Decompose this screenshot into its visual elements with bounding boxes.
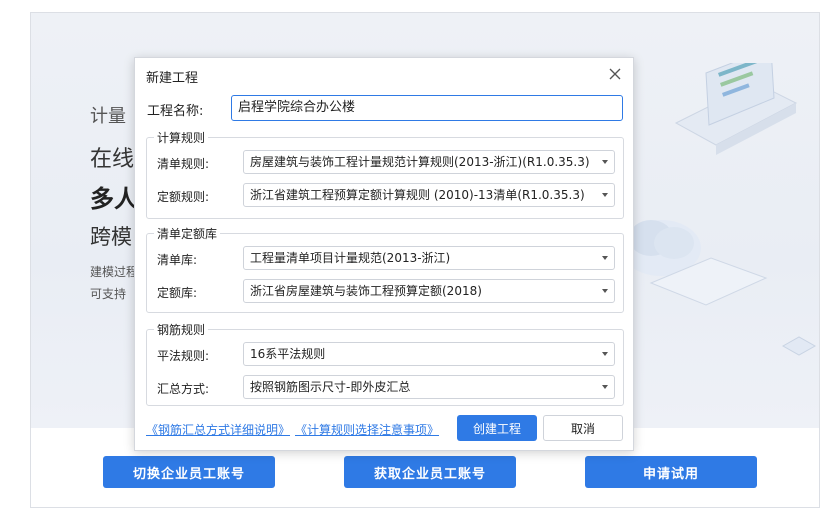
summary-method-value: 按照钢筋图示尺寸-即外皮汇总 [250, 380, 411, 394]
quota-rule-label: 定额规则: [157, 190, 210, 204]
chevron-down-icon [602, 289, 608, 293]
bg-headline-4: 跨模 [90, 225, 132, 249]
calc-rules-group: 计算规则 清单规则: 房屋建筑与装饰工程计量规范计算规则(2013-浙江)(R1… [146, 129, 624, 219]
quota-lib-value: 浙江省房屋建筑与装饰工程预算定额(2018) [250, 284, 482, 298]
get-account-button[interactable]: 获取企业员工账号 [344, 456, 516, 488]
bill-lib-select[interactable]: 工程量清单项目计量规范(2013-浙江) [243, 246, 615, 270]
chevron-down-icon [602, 352, 608, 356]
flat-rule-value: 16系平法规则 [250, 347, 326, 361]
dialog-title: 新建工程 [146, 71, 199, 86]
close-icon[interactable] [607, 66, 623, 82]
cancel-button[interactable]: 取消 [543, 415, 623, 441]
create-project-button[interactable]: 创建工程 [457, 415, 537, 441]
chip-illustration-icon [781, 336, 817, 356]
flat-rule-select[interactable]: 16系平法规则 [243, 342, 615, 366]
summary-method-label: 汇总方式: [157, 382, 210, 396]
quota-rule-value: 浙江省建筑工程预算定额计算规则 (2010)-13清单(R1.0.35.3) [250, 188, 585, 202]
quota-lib-label: 定额库: [157, 286, 198, 300]
new-project-dialog: 新建工程 工程名称: 启程学院综合办公楼 计算规则 清单规则: 房屋建筑与装饰工… [134, 57, 634, 451]
bill-quota-lib-title: 清单定额库 [154, 225, 221, 242]
rebar-rules-group: 钢筋规则 平法规则: 16系平法规则 汇总方式: 按照钢筋图示尺寸-即外皮汇总 [146, 321, 624, 406]
bill-rule-select[interactable]: 房屋建筑与装饰工程计量规范计算规则(2013-浙江)(R1.0.35.3) [243, 150, 615, 174]
bg-headline-1: 计量 [90, 106, 126, 127]
chevron-down-icon [602, 256, 608, 260]
bg-headline-3: 多人 [90, 185, 138, 213]
bill-rule-label: 清单规则: [157, 157, 210, 171]
laptop-illustration-icon [674, 63, 798, 155]
rule-selection-notes-link[interactable]: 《计算规则选择注意事项》 [295, 421, 439, 438]
apply-trial-button[interactable]: 申请试用 [585, 456, 757, 488]
chevron-down-icon [602, 193, 608, 197]
bg-description-2: 可支持 [90, 287, 127, 301]
quota-rule-select[interactable]: 浙江省建筑工程预算定额计算规则 (2010)-13清单(R1.0.35.3) [243, 183, 615, 207]
bill-quota-lib-group: 清单定额库 清单库: 工程量清单项目计量规范(2013-浙江) 定额库: 浙江省… [146, 225, 624, 313]
rebar-summary-help-link[interactable]: 《钢筋汇总方式详细说明》 [146, 421, 290, 438]
bg-headline-2: 在线 [90, 147, 135, 172]
server-illustration-icon [649, 257, 768, 306]
bg-description-1: 建模过程 [90, 265, 139, 279]
flat-rule-label: 平法规则: [157, 349, 210, 363]
project-name-label: 工程名称: [147, 104, 204, 119]
rebar-rules-title: 钢筋规则 [154, 321, 209, 338]
bill-lib-value: 工程量清单项目计量规范(2013-浙江) [250, 251, 451, 265]
chevron-down-icon [602, 160, 608, 164]
switch-account-button[interactable]: 切换企业员工账号 [103, 456, 275, 488]
chevron-down-icon [602, 385, 608, 389]
bill-rule-value: 房屋建筑与装饰工程计量规范计算规则(2013-浙江)(R1.0.35.3) [250, 155, 590, 169]
bill-lib-label: 清单库: [157, 253, 198, 267]
project-name-input[interactable]: 启程学院综合办公楼 [231, 95, 623, 121]
calc-rules-title: 计算规则 [154, 129, 209, 146]
quota-lib-select[interactable]: 浙江省房屋建筑与装饰工程预算定额(2018) [243, 279, 615, 303]
summary-method-select[interactable]: 按照钢筋图示尺寸-即外皮汇总 [243, 375, 615, 399]
